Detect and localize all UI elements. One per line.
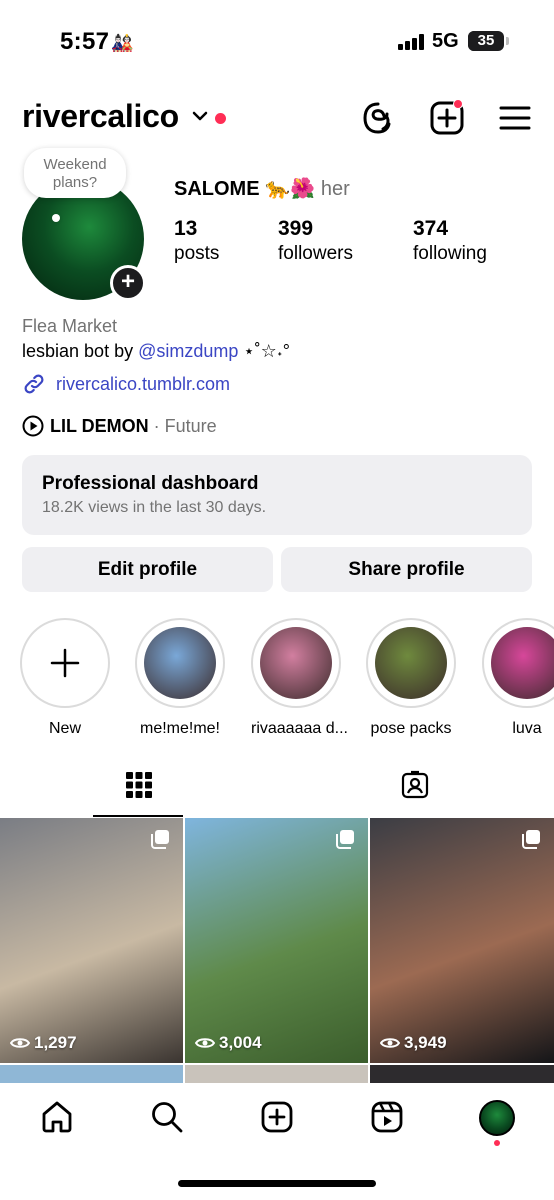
signal-icon bbox=[398, 34, 424, 50]
create-icon[interactable] bbox=[259, 1099, 295, 1135]
threads-icon[interactable] bbox=[358, 98, 398, 138]
carousel-icon bbox=[336, 830, 354, 849]
view-count: 3,949 bbox=[380, 1033, 447, 1053]
highlight-item[interactable]: pose packs bbox=[366, 618, 456, 738]
highlight-cover bbox=[260, 627, 332, 699]
status-emoji: 🎎 bbox=[111, 33, 134, 53]
post-thumbnail bbox=[185, 818, 368, 1063]
grid-icon[interactable] bbox=[124, 770, 154, 800]
highlight-new[interactable]: New bbox=[20, 618, 110, 738]
create-badge bbox=[453, 99, 463, 109]
post-thumbnail bbox=[0, 818, 183, 1063]
status-time: 5:57 🎎 bbox=[60, 28, 134, 55]
carousel-icon bbox=[151, 830, 169, 849]
profile-activity-dot bbox=[494, 1140, 500, 1146]
highlight-cover bbox=[375, 627, 447, 699]
grid-post[interactable]: 1,297 bbox=[0, 818, 183, 1063]
highlight-cover bbox=[491, 627, 554, 699]
grid-post-partial[interactable] bbox=[0, 1065, 183, 1083]
battery-level: 35 bbox=[477, 32, 495, 49]
bio-mention-link[interactable]: @simzdump bbox=[138, 341, 238, 361]
dashboard-subtitle: 18.2K views in the last 30 days. bbox=[42, 499, 267, 516]
highlight-cover bbox=[144, 627, 216, 699]
network-label: 5G bbox=[432, 30, 459, 52]
display-name: SALOME 🐆🌺 her bbox=[174, 178, 350, 200]
stat-posts[interactable]: 13 posts bbox=[174, 217, 219, 265]
pronouns: her bbox=[320, 178, 350, 200]
search-icon[interactable] bbox=[149, 1099, 185, 1135]
stat-following[interactable]: 374 following bbox=[413, 217, 487, 265]
dashboard-title: Professional dashboard bbox=[42, 473, 259, 494]
carousel-icon bbox=[522, 830, 540, 849]
eye-icon bbox=[10, 1038, 30, 1048]
highlight-item[interactable]: luva bbox=[482, 618, 554, 738]
share-profile-button[interactable]: Share profile bbox=[281, 547, 532, 592]
stat-followers[interactable]: 399 followers bbox=[278, 217, 353, 265]
plus-icon bbox=[50, 648, 80, 678]
chevron-down-icon[interactable] bbox=[192, 110, 208, 122]
profile-music[interactable]: LIL DEMON · Future bbox=[22, 415, 217, 437]
note-bubble[interactable]: Weekend plans? bbox=[24, 148, 126, 198]
highlight-new-ring bbox=[20, 618, 110, 708]
battery-icon: 35 bbox=[468, 31, 504, 51]
note-bubble-tail bbox=[52, 214, 60, 222]
edit-profile-button[interactable]: Edit profile bbox=[22, 547, 273, 592]
profile-tab-avatar[interactable] bbox=[479, 1100, 515, 1136]
play-icon bbox=[22, 415, 44, 437]
eye-icon bbox=[195, 1038, 215, 1048]
menu-icon[interactable] bbox=[495, 98, 535, 138]
tagged-icon[interactable] bbox=[400, 770, 430, 800]
post-thumbnail bbox=[370, 818, 554, 1063]
grid-post-partial[interactable] bbox=[185, 1065, 368, 1083]
profile-category: Flea Market bbox=[22, 316, 118, 336]
grid-post[interactable]: 3,949 bbox=[370, 818, 554, 1063]
reels-icon[interactable] bbox=[369, 1099, 405, 1135]
highlight-item[interactable]: rivaaaaaa d... bbox=[251, 618, 348, 738]
home-icon[interactable] bbox=[39, 1099, 75, 1135]
view-count: 3,004 bbox=[195, 1033, 262, 1053]
notification-dot bbox=[215, 113, 226, 124]
link-icon bbox=[24, 374, 44, 394]
home-indicator bbox=[178, 1180, 376, 1187]
profile-bio: lesbian bot by @simzdump ⋆˚☆˖° bbox=[22, 341, 290, 361]
eye-icon bbox=[380, 1038, 400, 1048]
profile-username[interactable]: rivercalico bbox=[22, 98, 179, 135]
grid-post[interactable]: 3,004 bbox=[185, 818, 368, 1063]
profile-link[interactable]: rivercalico.tumblr.com bbox=[22, 372, 230, 396]
professional-dashboard[interactable]: Professional dashboard 18.2K views in th… bbox=[22, 455, 532, 535]
highlight-item[interactable]: me!me!me! bbox=[135, 618, 225, 738]
view-count: 1,297 bbox=[10, 1033, 77, 1053]
battery-tip bbox=[506, 37, 509, 45]
grid-post-partial[interactable] bbox=[370, 1065, 554, 1083]
active-tab-indicator bbox=[93, 815, 183, 817]
status-bar: 5:57 🎎 5G 35 bbox=[0, 0, 554, 80]
add-story-button[interactable]: + bbox=[110, 265, 146, 301]
